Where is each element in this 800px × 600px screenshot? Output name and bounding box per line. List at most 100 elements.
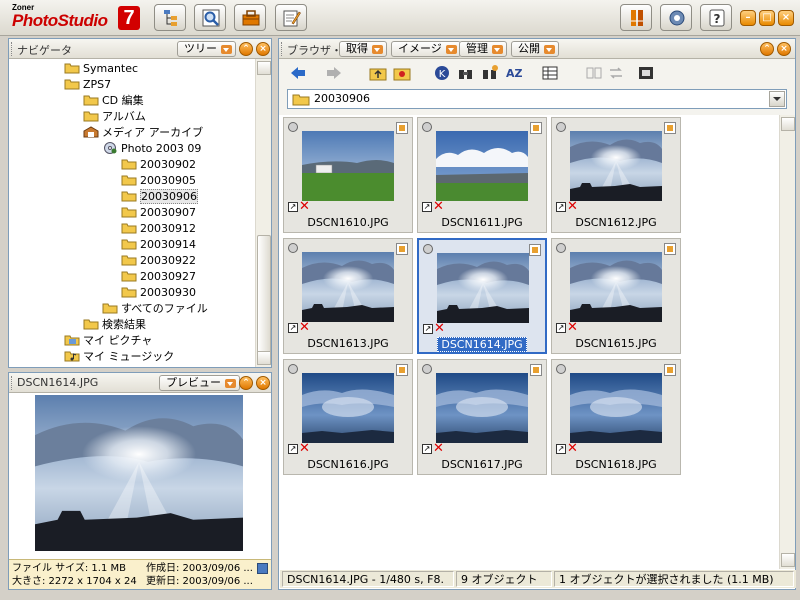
tag-icon[interactable] <box>664 364 676 376</box>
thumbnail-image <box>437 253 529 323</box>
logo-version: 7 <box>118 6 140 30</box>
thumbnail-item[interactable]: ↗ ✕ DSCN1617.JPG <box>417 359 547 475</box>
tree-item[interactable]: 20030927 <box>121 269 196 285</box>
binoculars-icon[interactable] <box>457 64 475 82</box>
thumbnail-filename: DSCN1614.JPG <box>437 337 527 352</box>
tag-icon[interactable] <box>664 122 676 134</box>
thumbnail-item[interactable]: ↗ ✕ DSCN1612.JPG <box>551 117 681 233</box>
camera-icon <box>288 122 298 132</box>
tree-item[interactable]: 20030912 <box>121 221 196 237</box>
svg-text:K: K <box>439 69 446 80</box>
browser-close-button[interactable]: × <box>777 42 791 56</box>
menu-publish[interactable]: 公開 <box>511 41 559 57</box>
tag-icon[interactable] <box>396 122 408 134</box>
browser-scrollbar[interactable] <box>779 115 795 569</box>
thumbnail-filename: DSCN1610.JPG <box>307 216 389 229</box>
thumbnail-item[interactable]: ↗ ✕ DSCN1611.JPG <box>417 117 547 233</box>
thumbnail-item[interactable]: ↗ ✕ DSCN1616.JPG <box>283 359 413 475</box>
thumbnail-item[interactable]: ↗ ✕ DSCN1613.JPG <box>283 238 413 354</box>
path-dropdown-button[interactable] <box>769 91 785 107</box>
restore-button[interactable]: □ <box>759 10 775 26</box>
browser-collapse-button[interactable]: ⌃ <box>760 42 774 56</box>
film-icon[interactable] <box>637 64 655 82</box>
settings-button[interactable] <box>660 4 692 31</box>
tree-item[interactable]: アルバム <box>83 109 146 125</box>
favorites-folder-icon[interactable] <box>393 64 411 82</box>
thumbnail-filename: DSCN1617.JPG <box>441 458 523 471</box>
tree-item[interactable]: ZPS7 <box>64 77 111 93</box>
tag-icon[interactable] <box>530 122 542 134</box>
tag-icon[interactable] <box>664 243 676 255</box>
help-button[interactable]: ? <box>700 4 732 31</box>
archive-icon <box>83 126 99 138</box>
folder-icon <box>121 223 137 234</box>
minimize-button[interactable]: – <box>740 10 756 26</box>
tree-item[interactable]: 検索結果 <box>83 317 146 333</box>
path-combobox[interactable]: 20030906 <box>287 89 787 109</box>
menu-image[interactable]: イメージ <box>391 41 461 57</box>
tree-item[interactable]: メディア アーカイブ <box>83 125 203 141</box>
navigator-collapse-button[interactable]: ⌃ <box>239 42 253 56</box>
tree-item[interactable]: すべてのファイル <box>102 301 208 317</box>
thumbnail-item[interactable]: ↗ ✕ DSCN1618.JPG <box>551 359 681 475</box>
tree-item[interactable]: 20030902 <box>121 157 196 173</box>
tree-item[interactable]: 20030914 <box>121 237 196 253</box>
chevron-down-icon <box>372 45 383 54</box>
preview-close-button[interactable]: × <box>256 376 270 390</box>
options-button[interactable] <box>620 4 652 31</box>
compare-icon[interactable] <box>585 64 603 82</box>
tree-item-label: 20030922 <box>140 254 196 267</box>
thumbnail-image <box>570 373 662 443</box>
tree-item[interactable]: 20030907 <box>121 205 196 221</box>
editor-mode-button[interactable] <box>234 4 266 31</box>
tree-item[interactable]: Photo 2003 09 <box>102 141 201 157</box>
viewer-mode-button[interactable] <box>194 4 226 31</box>
tree-item[interactable]: 20030906 <box>121 189 198 205</box>
preview-header: DSCN1614.JPG プレビュー ⌃ × <box>9 373 271 393</box>
chevron-down-icon <box>445 45 457 54</box>
menu-acquire[interactable]: 取得 <box>339 41 387 57</box>
scroll-up-button[interactable] <box>257 61 271 75</box>
tree-item[interactable]: 20030930 <box>121 285 196 301</box>
tree-item[interactable]: 20030905 <box>121 173 196 189</box>
tag-icon[interactable] <box>529 244 541 256</box>
tree-item[interactable]: マイ ピクチャ <box>64 333 152 349</box>
sync-icon[interactable] <box>607 64 625 82</box>
preview-collapse-button[interactable]: ⌃ <box>239 376 253 390</box>
tag-icon[interactable] <box>396 364 408 376</box>
tag-icon[interactable] <box>396 243 408 255</box>
menu-manage[interactable]: 管理 <box>459 41 507 57</box>
search-advanced-icon[interactable] <box>481 64 499 82</box>
tree-item[interactable]: CD 編集 <box>83 93 144 109</box>
tree-scrollbar[interactable] <box>255 59 271 367</box>
thumbnail-item[interactable]: ↗ ✕ DSCN1610.JPG <box>283 117 413 233</box>
scroll-up-button[interactable] <box>781 117 795 131</box>
navigator-close-button[interactable]: × <box>256 42 270 56</box>
sort-icon[interactable]: AZ <box>505 64 523 82</box>
folder-icon <box>292 94 310 106</box>
notes-button[interactable] <box>275 4 307 31</box>
manager-mode-button[interactable] <box>154 4 186 31</box>
back-arrow-icon[interactable] <box>289 64 307 82</box>
view-mode-icon[interactable] <box>541 64 559 82</box>
home-icon[interactable]: K <box>433 64 451 82</box>
magnifier-icon <box>202 9 220 27</box>
navigator-view-dropdown[interactable]: ツリー <box>177 41 236 57</box>
chevron-down-icon <box>225 379 236 388</box>
scroll-down-button[interactable] <box>257 351 271 365</box>
scroll-down-button[interactable] <box>781 553 795 567</box>
svg-text:?: ? <box>714 12 721 26</box>
tree-item[interactable]: マイ ミュージック <box>64 349 174 365</box>
info-expand-icon[interactable] <box>257 563 268 574</box>
thumbnail-item[interactable]: ↗ ✕ DSCN1615.JPG <box>551 238 681 354</box>
tag-icon[interactable] <box>530 364 542 376</box>
tree-item[interactable]: 20030922 <box>121 253 196 269</box>
folder-up-icon[interactable] <box>369 64 387 82</box>
preview-mode-dropdown[interactable]: プレビュー <box>159 375 240 391</box>
tree-scroll-thumb[interactable] <box>257 235 271 355</box>
forward-arrow-icon[interactable] <box>325 64 343 82</box>
thumbnail-item[interactable]: ↗ ✕ DSCN1614.JPG <box>417 238 547 354</box>
tree-item[interactable]: Symantec <box>64 61 138 77</box>
tree-item-label: すべてのファイル <box>121 302 208 315</box>
close-button[interactable]: × <box>778 10 794 26</box>
